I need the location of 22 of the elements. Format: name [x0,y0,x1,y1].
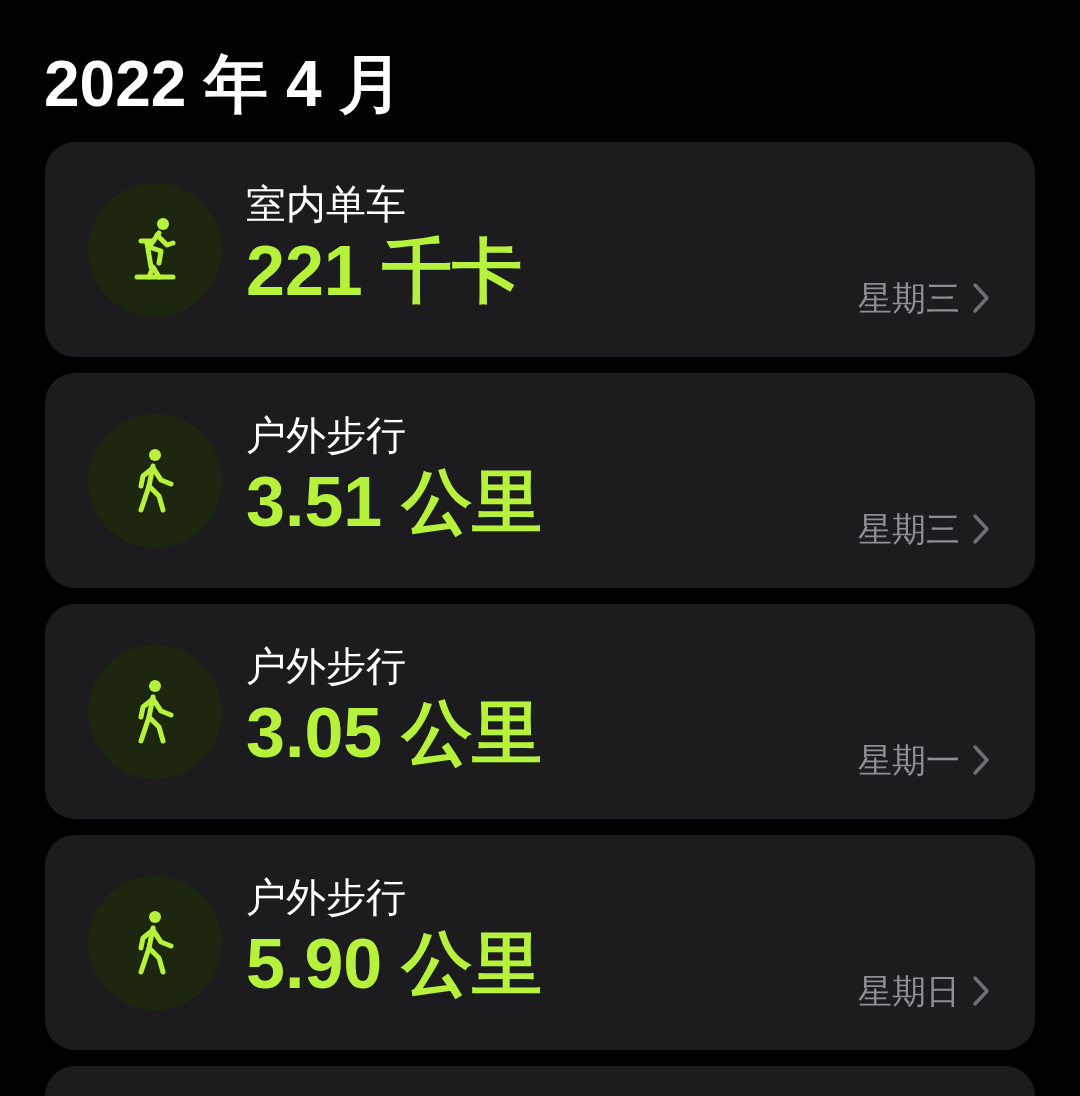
workout-card[interactable]: 户外步行 5.90 公里 星期日 [45,835,1035,1050]
workout-name: 室内单车 [246,180,407,228]
page-title: 2022 年 4 月 [44,52,404,116]
workout-value: 221 千卡 [246,230,523,312]
workout-name: 户外步行 [246,873,407,921]
workout-value: 5.90 公里 [246,923,542,1005]
workout-day: 星期三 [858,512,960,546]
cyclist-icon [133,216,177,283]
chevron-right-icon [972,975,990,1007]
workout-day: 星期一 [858,743,960,777]
chevron-right-icon [972,744,990,776]
chevron-right-icon [972,513,990,545]
workout-day: 星期三 [858,281,960,315]
workout-value: 3.51 公里 [246,461,542,543]
workout-card[interactable]: 户外步行 3.05 公里 星期一 [45,604,1035,819]
workout-card[interactable]: 室内单车 221 千卡 星期三 [45,142,1035,357]
workout-name: 户外步行 [246,411,407,459]
workout-day: 星期日 [858,974,960,1008]
workout-name: 户外步行 [246,642,407,690]
workout-card[interactable]: 户外步行 3.51 公里 星期三 [45,373,1035,588]
workout-value: 3.05 公里 [246,692,542,774]
chevron-right-icon [972,282,990,314]
